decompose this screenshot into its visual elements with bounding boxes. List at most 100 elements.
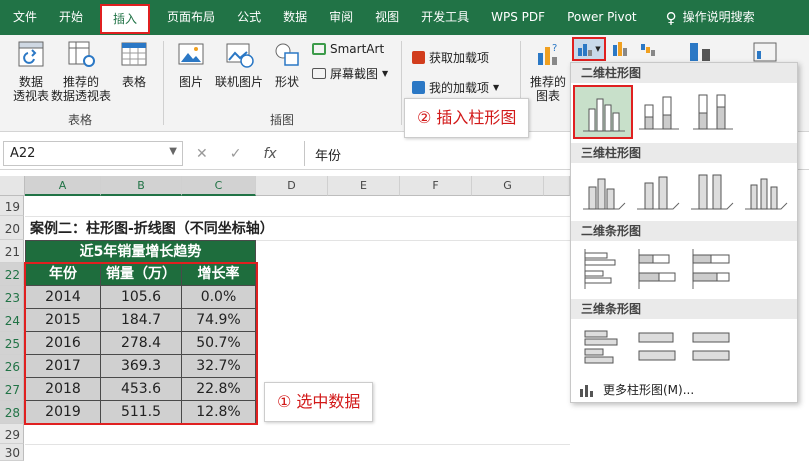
- cell-year[interactable]: 2019: [25, 401, 101, 424]
- clustered-column-option[interactable]: [573, 85, 633, 139]
- svg-text:?: ?: [552, 43, 557, 54]
- waterfall-chart-icon[interactable]: [640, 41, 662, 57]
- tab-review[interactable]: 审阅: [318, 0, 364, 35]
- column-header-h[interactable]: [544, 176, 570, 196]
- shapes-button[interactable]: 形状: [270, 39, 304, 89]
- row-header[interactable]: 23: [0, 286, 24, 309]
- header-sales[interactable]: 销量（万）: [101, 263, 182, 286]
- row-header[interactable]: 27: [0, 378, 24, 401]
- 3d-percent-stacked-column-option[interactable]: [687, 167, 735, 215]
- cell-year[interactable]: 2017: [25, 355, 101, 378]
- 3d-stacked-column-option[interactable]: [633, 167, 681, 215]
- tell-me-search[interactable]: 操作说明搜索: [683, 0, 755, 35]
- row-header[interactable]: 22: [0, 263, 24, 286]
- cell-year[interactable]: 2016: [25, 332, 101, 355]
- insert-column-chart-button[interactable]: ▼: [572, 37, 606, 61]
- tab-data[interactable]: 数据: [272, 0, 318, 35]
- get-addins-button[interactable]: 获取加载项: [412, 49, 489, 66]
- online-picture-button[interactable]: 联机图片: [211, 39, 267, 89]
- percent-stacked-bar-option[interactable]: [687, 245, 735, 293]
- screenshot-button[interactable]: 屏幕截图 ▼: [312, 65, 388, 82]
- column-header-e[interactable]: E: [328, 176, 400, 196]
- cell-growth[interactable]: 32.7%: [182, 355, 256, 378]
- tab-power-pivot[interactable]: Power Pivot: [556, 0, 648, 35]
- stacked-column-option[interactable]: [635, 87, 683, 135]
- tab-wps-pdf[interactable]: WPS PDF: [480, 0, 556, 35]
- 3d-percent-stacked-bar-option[interactable]: [687, 323, 735, 371]
- enter-icon[interactable]: ✓: [230, 146, 242, 162]
- tab-page-layout[interactable]: 页面布局: [156, 0, 226, 35]
- recommended-pivot-button[interactable]: 推荐的 数据透视表: [48, 39, 114, 103]
- chevron-down-icon: ▼: [169, 146, 177, 157]
- cell-sales[interactable]: 453.6: [101, 378, 182, 401]
- cell-growth[interactable]: 50.7%: [182, 332, 256, 355]
- clustered-bar-option[interactable]: [579, 245, 627, 293]
- name-box[interactable]: A22 ▼: [3, 141, 183, 166]
- chevron-down-icon: ▼: [595, 45, 601, 53]
- cell-sales[interactable]: 369.3: [101, 355, 182, 378]
- 3d-clustered-column-icon: [583, 178, 626, 210]
- cell-year[interactable]: 2014: [25, 286, 101, 309]
- row-header[interactable]: 25: [0, 332, 24, 355]
- clustered-column-icon: [583, 98, 625, 132]
- tab-insert[interactable]: 插入: [100, 4, 151, 34]
- picture-button[interactable]: 图片: [172, 39, 210, 89]
- row-header[interactable]: 29: [0, 424, 24, 444]
- cell-growth[interactable]: 12.8%: [182, 401, 256, 424]
- map-chart-icon[interactable]: [688, 41, 714, 63]
- cell-sales[interactable]: 105.6: [101, 286, 182, 309]
- row-header[interactable]: 24: [0, 309, 24, 332]
- recommended-charts-button[interactable]: ? 推荐的 图表: [528, 39, 568, 103]
- column-header-g[interactable]: G: [472, 176, 544, 196]
- online-picture-label: 联机图片: [214, 75, 263, 89]
- select-all-corner[interactable]: [0, 176, 25, 196]
- cell-year[interactable]: 2015: [25, 309, 101, 332]
- column-header-f[interactable]: F: [400, 176, 472, 196]
- column-header-b[interactable]: B: [101, 176, 182, 196]
- percent-stacked-column-option[interactable]: [689, 87, 737, 135]
- percent-stacked-column-icon: [693, 94, 733, 130]
- 3d-clustered-bar-option[interactable]: [579, 323, 627, 371]
- formula-input[interactable]: 年份: [304, 141, 584, 166]
- table-button[interactable]: 表格: [116, 39, 152, 89]
- 3d-percent-stacked-bar-icon: [692, 332, 730, 361]
- row-header[interactable]: 19: [0, 196, 24, 216]
- pivot-chart-icon[interactable]: [752, 41, 778, 63]
- insert-function-icon[interactable]: fx: [263, 146, 276, 162]
- row-header[interactable]: 21: [0, 240, 24, 263]
- row-header[interactable]: 30: [0, 444, 24, 461]
- tab-formulas[interactable]: 公式: [226, 0, 272, 35]
- 3d-clustered-column-option[interactable]: [579, 167, 627, 215]
- cancel-icon[interactable]: ✕: [196, 146, 208, 162]
- my-addins-button[interactable]: 我的加载项 ▼: [412, 79, 499, 96]
- header-growth[interactable]: 增长率: [182, 263, 256, 286]
- stacked-bar-option[interactable]: [633, 245, 681, 293]
- cell-growth[interactable]: 74.9%: [182, 309, 256, 332]
- tab-view[interactable]: 视图: [364, 0, 410, 35]
- tab-developer[interactable]: 开发工具: [410, 0, 480, 35]
- column-chart-dropdown: 二维柱形图 三维柱形图 二维条形图 三维条形图 更多柱形图(M)...: [570, 62, 798, 403]
- row-header[interactable]: 20: [0, 216, 24, 240]
- cell-year[interactable]: 2018: [25, 378, 101, 401]
- row-header[interactable]: 26: [0, 355, 24, 378]
- header-year[interactable]: 年份: [25, 263, 101, 286]
- 3d-column-option[interactable]: [741, 167, 789, 215]
- column-header-c[interactable]: C: [182, 176, 256, 196]
- cell-growth[interactable]: 0.0%: [182, 286, 256, 309]
- smartart-button[interactable]: SmartArt: [312, 42, 384, 56]
- section-3d-bar: 三维条形图: [571, 299, 797, 319]
- table-title[interactable]: 近5年销量增长趋势: [25, 240, 256, 263]
- 3d-stacked-bar-option[interactable]: [633, 323, 681, 371]
- column-header-d[interactable]: D: [256, 176, 328, 196]
- tab-file[interactable]: 文件: [2, 0, 48, 35]
- more-column-charts-link[interactable]: 更多柱形图(M)...: [579, 381, 694, 398]
- hierarchy-chart-icon[interactable]: [612, 41, 634, 57]
- row-header[interactable]: 28: [0, 401, 24, 424]
- cell-sales[interactable]: 511.5: [101, 401, 182, 424]
- cell-sales[interactable]: 278.4: [101, 332, 182, 355]
- tab-home[interactable]: 开始: [48, 0, 94, 35]
- cell-growth[interactable]: 22.8%: [182, 378, 256, 401]
- cell-sales[interactable]: 184.7: [101, 309, 182, 332]
- column-header-a[interactable]: A: [25, 176, 101, 196]
- shapes-icon: [275, 43, 299, 66]
